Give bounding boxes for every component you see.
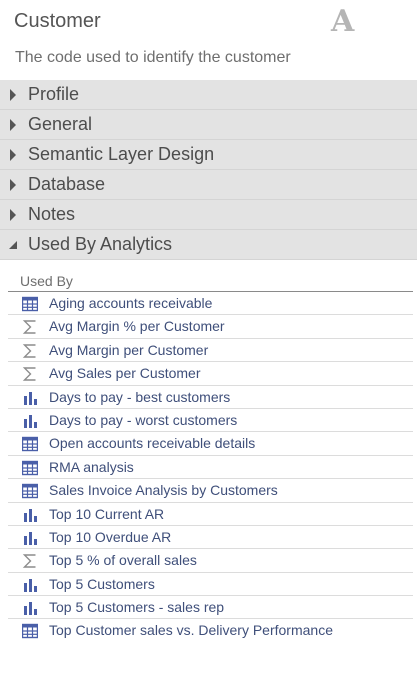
list-item-label: Sales Invoice Analysis by Customers <box>49 482 278 499</box>
bar-chart-icon <box>22 507 38 523</box>
grid-report-icon <box>21 296 39 312</box>
section-profile[interactable]: Profile <box>0 80 417 110</box>
chevron-right-icon <box>10 119 16 131</box>
list-item-label: Top 5 Customers <box>49 575 155 592</box>
used-by-list: Aging accounts receivable Avg Margin % pe… <box>8 292 413 643</box>
list-item[interactable]: Top Customer sales vs. Delivery Performa… <box>8 619 413 642</box>
list-item-label: Top 5 % of overall sales <box>49 552 197 569</box>
sigma-metric-icon <box>22 343 38 359</box>
page-description: The code used to identify the customer <box>15 49 291 66</box>
bar-chart-icon <box>22 600 38 616</box>
bar-chart-icon <box>22 390 38 406</box>
chevron-right-icon <box>10 209 16 221</box>
grid-report-icon <box>21 436 39 452</box>
list-item[interactable]: RMA analysis <box>8 456 413 480</box>
bar-chart-icon <box>22 530 38 546</box>
list-item[interactable]: Avg Margin per Customer <box>8 339 413 363</box>
sigma-metric-icon <box>22 553 38 569</box>
section-label: Used By Analytics <box>28 234 173 254</box>
list-item-label: Avg Margin % per Customer <box>49 318 225 335</box>
list-item-label: Top Customer sales vs. Delivery Performa… <box>49 622 333 639</box>
list-item-label: Top 5 Customers - sales rep <box>49 599 225 616</box>
used-by-header: Used By <box>20 273 73 289</box>
section-used-by-analytics[interactable]: Used By Analytics <box>0 230 417 260</box>
section-general[interactable]: General <box>0 110 417 140</box>
header: Customer A The code used to identify the… <box>0 0 417 80</box>
section-label: Semantic Layer Design <box>28 144 215 164</box>
list-item[interactable]: Sales Invoice Analysis by Customers <box>8 479 413 503</box>
sigma-metric-icon <box>22 319 38 335</box>
section-label: Database <box>28 174 106 194</box>
list-item-label: Avg Margin per Customer <box>49 341 209 358</box>
list-item[interactable]: Top 5 Customers - sales rep <box>8 596 413 620</box>
list-item-label: Top 10 Current AR <box>49 505 165 522</box>
list-item-label: Days to pay - best customers <box>49 388 231 405</box>
list-item[interactable]: Top 10 Current AR <box>8 503 413 526</box>
grid-report-icon <box>21 460 39 476</box>
list-item-label: Days to pay - worst customers <box>49 411 238 428</box>
list-item-label: Aging accounts receivable <box>49 295 213 311</box>
list-item[interactable]: Avg Margin % per Customer <box>8 315 413 339</box>
section-notes[interactable]: Notes <box>0 200 417 230</box>
list-item[interactable]: Aging accounts receivable <box>8 292 413 316</box>
list-item-label: Open accounts receivable details <box>49 435 256 452</box>
chevron-right-icon <box>10 179 16 191</box>
list-item[interactable]: Top 5 % of overall sales <box>8 549 413 573</box>
chevron-down-icon <box>7 241 19 249</box>
list-item[interactable]: Open accounts receivable details <box>8 432 413 456</box>
section-label: Profile <box>28 84 80 104</box>
section-semantic-layer-design[interactable]: Semantic Layer Design <box>0 140 417 170</box>
grid-report-icon <box>21 483 39 499</box>
attribute-type-icon: A <box>331 4 355 39</box>
bar-chart-icon <box>22 577 38 593</box>
section-database[interactable]: Database <box>0 170 417 200</box>
list-item[interactable]: Top 10 Overdue AR <box>8 526 413 550</box>
list-item-label: Top 10 Overdue AR <box>49 528 172 545</box>
chevron-right-icon <box>10 149 16 161</box>
list-item[interactable]: Days to pay - best customers <box>8 386 413 409</box>
list-item-label: RMA analysis <box>49 458 134 475</box>
list-item-label: Avg Sales per Customer <box>49 365 201 382</box>
grid-report-icon <box>21 623 39 639</box>
page-title: Customer <box>14 10 101 32</box>
list-item[interactable]: Top 5 Customers <box>8 573 413 597</box>
sections-accordion: Profile General Semantic Layer Design Da… <box>0 80 417 260</box>
list-item[interactable]: Days to pay - worst customers <box>8 409 413 433</box>
section-label: Notes <box>28 204 76 224</box>
list-item[interactable]: Avg Sales per Customer <box>8 362 413 386</box>
section-label: General <box>28 114 93 134</box>
sigma-metric-icon <box>22 366 38 382</box>
bar-chart-icon <box>22 413 38 429</box>
chevron-right-icon <box>10 89 16 101</box>
